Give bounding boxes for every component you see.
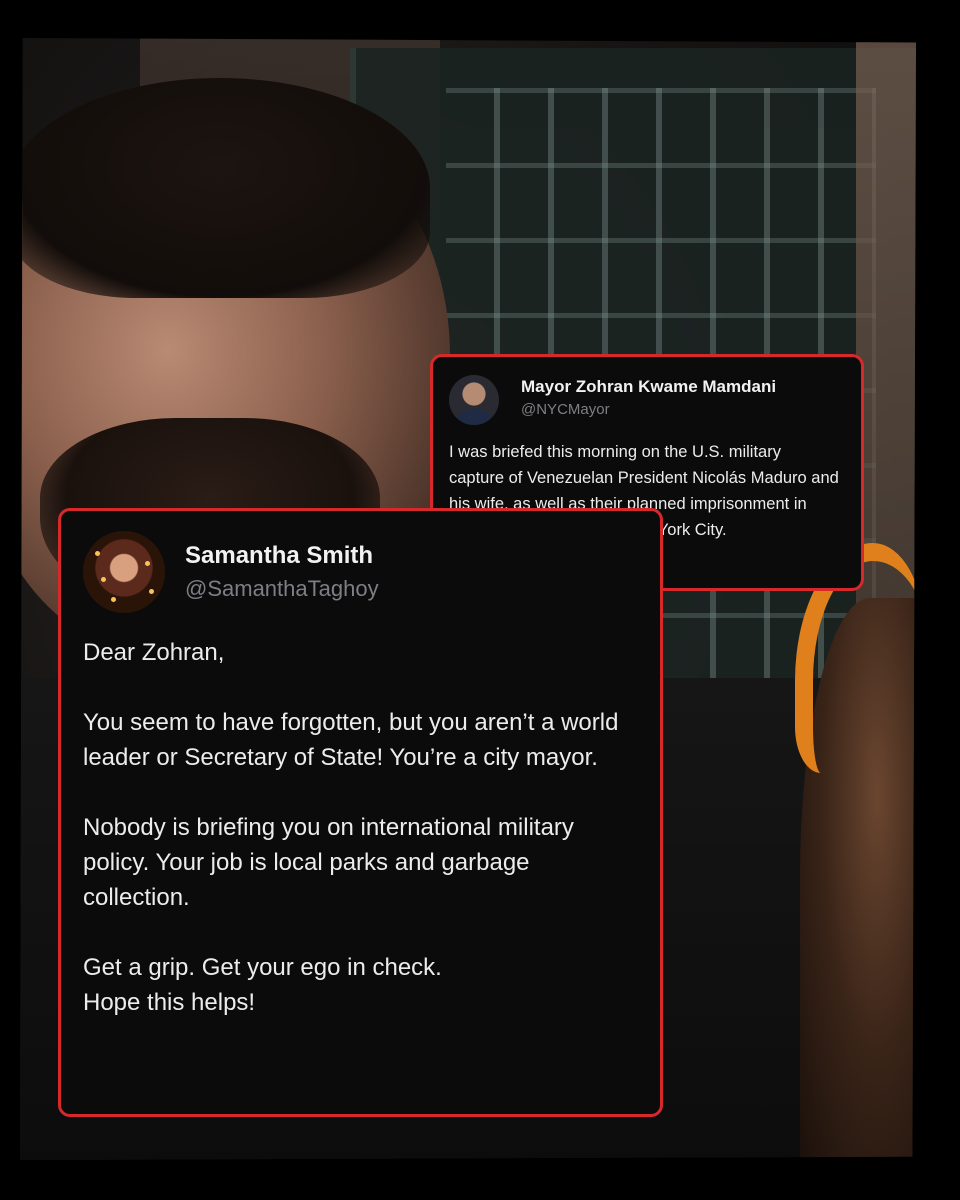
tweet-paragraph: Dear Zohran, [83, 639, 225, 666]
author-display-name[interactable]: Mayor Zohran Kwame Mamdani [521, 377, 776, 397]
bokeh-light [95, 551, 100, 556]
tweet-author: Mayor Zohran Kwame Mamdani @NYCMayor [521, 377, 776, 418]
avatar-suit [457, 409, 491, 425]
bokeh-light [111, 597, 116, 602]
tweet-header: Mayor Zohran Kwame Mamdani @NYCMayor [449, 375, 839, 425]
tweet-card-smith[interactable]: Samantha Smith @SamanthaTaghoy Dear Zohr… [58, 508, 663, 1117]
tweet-author: Samantha Smith @SamanthaTaghoy [185, 542, 379, 602]
bokeh-light [149, 589, 154, 594]
bokeh-light [145, 561, 150, 566]
man-hair [20, 78, 430, 298]
author-handle[interactable]: @SamanthaTaghoy [185, 576, 379, 602]
bokeh-light [101, 577, 106, 582]
tweet-paragraph: Nobody is briefing you on international … [83, 814, 574, 911]
avatar[interactable] [83, 531, 165, 613]
author-display-name[interactable]: Samantha Smith [185, 542, 379, 570]
avatar[interactable] [449, 375, 499, 425]
page: Mayor Zohran Kwame Mamdani @NYCMayor I w… [0, 0, 960, 1200]
tweet-paragraph: You seem to have forgotten, but you aren… [83, 709, 619, 771]
author-handle[interactable]: @NYCMayor [521, 401, 776, 418]
tweet-header: Samantha Smith @SamanthaTaghoy [83, 531, 636, 613]
tweet-body: Dear Zohran, You seem to have forgotten,… [83, 635, 636, 1020]
tweet-paragraph: Get a grip. Get your ego in check. [83, 954, 442, 981]
tweet-closing: Hope this helps! [83, 989, 256, 1016]
